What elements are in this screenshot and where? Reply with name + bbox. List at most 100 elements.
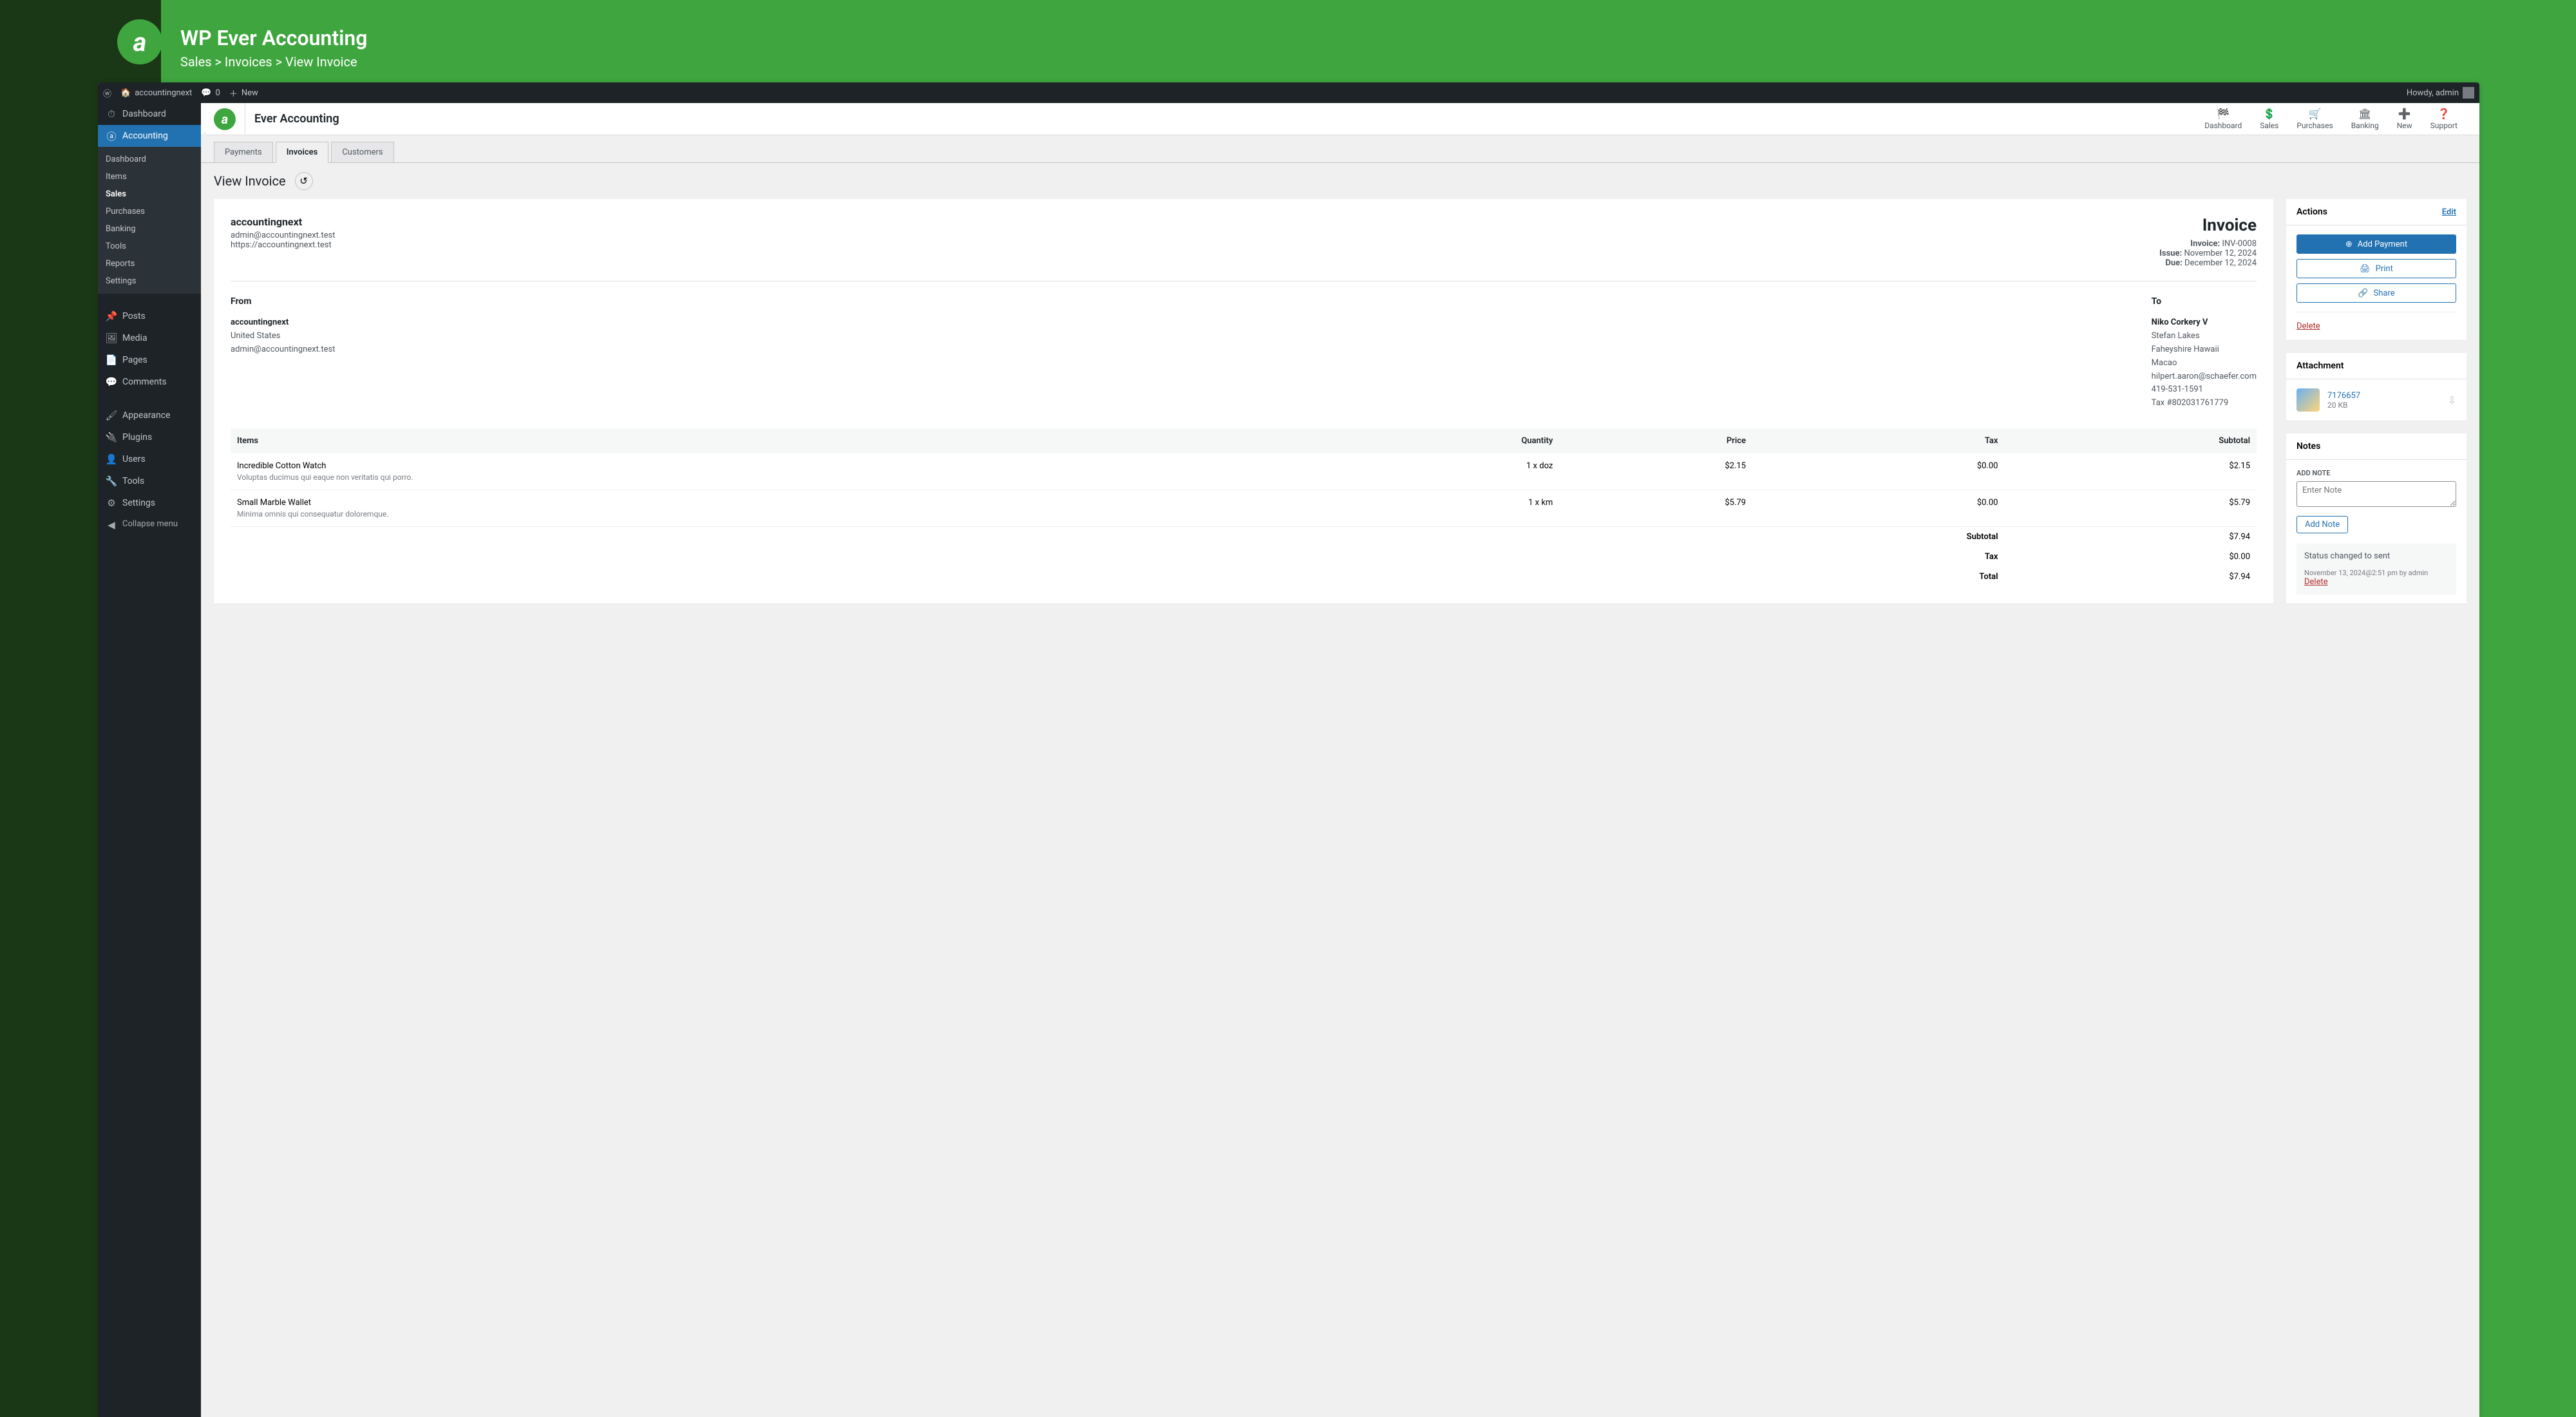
item-name: Incredible Cotton Watch xyxy=(237,461,1300,471)
sub-items[interactable]: Items xyxy=(98,168,201,185)
tab-payments[interactable]: Payments xyxy=(214,142,273,162)
pin-icon: 📌 xyxy=(106,310,117,322)
to-tax: Tax #802031761779 xyxy=(2152,398,2228,408)
brush-icon: 🖌 xyxy=(106,410,117,421)
printer-icon: 🖨 xyxy=(2360,264,2371,274)
site-name-link[interactable]: 🏠 accountingnext xyxy=(120,88,192,98)
sidebar-item-posts[interactable]: 📌Posts xyxy=(98,305,201,327)
attachment-size: 20 KB xyxy=(2327,401,2360,410)
sidebar-item-label: Comments xyxy=(122,377,167,387)
dollar-icon: 💲 xyxy=(2260,108,2278,120)
sidebar-item-label: Tools xyxy=(122,476,144,486)
nav-new[interactable]: ➕New xyxy=(2388,105,2421,133)
table-row: Small Marble WalletMinima omnis qui cons… xyxy=(231,490,2257,526)
banner-title: WP Ever Accounting xyxy=(161,0,2576,54)
collapse-menu[interactable]: ◀ Collapse menu xyxy=(98,514,201,536)
col-subtotal: Subtotal xyxy=(2004,428,2257,453)
sub-tools[interactable]: Tools xyxy=(98,238,201,255)
sub-settings[interactable]: Settings xyxy=(98,272,201,290)
tot-tax-label: Tax xyxy=(1752,547,2004,567)
item-tax: $0.00 xyxy=(1752,453,2004,490)
wp-logo-icon[interactable]: ⓦ xyxy=(103,87,111,99)
btn-label: Add Payment xyxy=(2358,240,2407,249)
question-icon: ❓ xyxy=(2430,108,2458,120)
collapse-label: Collapse menu xyxy=(122,519,178,531)
item-price: $2.15 xyxy=(1559,453,1752,490)
sidebar-item-dashboard[interactable]: ⏱Dashboard xyxy=(98,103,201,125)
sidebar-item-pages[interactable]: 📄 Pages xyxy=(98,349,201,371)
add-payment-button[interactable]: ⊕Add Payment xyxy=(2297,234,2456,254)
col-qty: Quantity xyxy=(1307,428,1560,453)
bank-icon: 🏛 xyxy=(2351,108,2379,120)
item-qty: 1 x doz xyxy=(1307,453,1560,490)
sidebar-item-accounting[interactable]: ⓐAccounting xyxy=(98,125,201,147)
nav-support[interactable]: ❓Support xyxy=(2421,105,2467,133)
nav-sales[interactable]: 💲Sales xyxy=(2251,105,2287,133)
attachment-name[interactable]: 7176657 xyxy=(2327,391,2360,401)
pages-icon: 📄 xyxy=(106,354,117,366)
note-delete[interactable]: Delete xyxy=(2304,577,2328,587)
from-country: United States xyxy=(231,331,280,341)
new-link[interactable]: ＋ New xyxy=(229,87,258,99)
comments-count: 0 xyxy=(216,88,220,98)
tot-tax: $0.00 xyxy=(2004,547,2257,567)
sidebar-item-media[interactable]: 🖼Media xyxy=(98,327,201,349)
add-note-button[interactable]: Add Note xyxy=(2297,516,2348,533)
to-name: Niko Corkery V xyxy=(2152,318,2208,327)
sidebar-item-settings[interactable]: ⚙Settings xyxy=(98,492,201,514)
sub-purchases[interactable]: Purchases xyxy=(98,203,201,220)
table-row: Incredible Cotton WatchVoluptas ducimus … xyxy=(231,453,2257,490)
invoice-heading: Invoice xyxy=(2159,216,2257,235)
note-entry: Status changed to sent November 13, 2024… xyxy=(2297,544,2456,594)
undo-icon: ↺ xyxy=(299,175,308,187)
comments-link[interactable]: 💬 0 xyxy=(201,88,220,98)
user-icon: 👤 xyxy=(106,453,117,465)
back-button[interactable]: ↺ xyxy=(295,172,313,190)
nav-banking[interactable]: 🏛Banking xyxy=(2342,105,2388,133)
item-subtotal: $2.15 xyxy=(2004,453,2257,490)
sidebar-item-users[interactable]: 👤Users xyxy=(98,448,201,470)
share-icon: 🔗 xyxy=(2358,289,2368,298)
to-label: To xyxy=(2152,294,2257,309)
delete-link[interactable]: Delete xyxy=(2297,321,2320,331)
collapse-icon: ◀ xyxy=(106,519,117,531)
note-input[interactable] xyxy=(2297,481,2456,507)
nav-purchases[interactable]: 🛒Purchases xyxy=(2287,105,2342,133)
comments-icon: 💬 xyxy=(106,376,117,388)
nav-dashboard[interactable]: 🏁Dashboard xyxy=(2195,105,2251,133)
wp-sidebar: ⏱Dashboard ⓐAccounting Dashboard Items S… xyxy=(98,103,201,1417)
sidebar-item-label: Appearance xyxy=(122,410,170,421)
invoice-table: Items Quantity Price Tax Subtotal xyxy=(231,428,2257,587)
accounting-icon: ⓐ xyxy=(106,130,117,142)
sub-banking[interactable]: Banking xyxy=(98,220,201,238)
share-button[interactable]: 🔗Share xyxy=(2297,283,2456,303)
sub-sales[interactable]: Sales xyxy=(98,185,201,203)
download-icon[interactable]: ⇩ xyxy=(2448,394,2456,406)
edit-link[interactable]: Edit xyxy=(2442,207,2456,217)
item-tax: $0.00 xyxy=(1752,490,2004,526)
sub-dashboard[interactable]: Dashboard xyxy=(98,151,201,168)
new-label: New xyxy=(242,88,258,98)
ever-logo: a xyxy=(214,108,236,130)
item-name: Small Marble Wallet xyxy=(237,498,1300,508)
gauge-icon: 🏁 xyxy=(2204,108,2242,120)
col-tax: Tax xyxy=(1752,428,2004,453)
inv-issue: November 12, 2024 xyxy=(2184,249,2257,258)
item-subtotal: $5.79 xyxy=(2004,490,2257,526)
sidebar-item-tools[interactable]: 🔧Tools xyxy=(98,470,201,492)
howdy-link[interactable]: Howdy, admin xyxy=(2407,87,2474,99)
wp-adminbar: ⓦ 🏠 accountingnext 💬 0 ＋ New Howdy, admi… xyxy=(98,82,2479,103)
sidebar-item-label: Settings xyxy=(122,498,155,508)
print-button[interactable]: 🖨Print xyxy=(2297,259,2456,278)
ever-title: Ever Accounting xyxy=(245,103,339,135)
sidebar-item-comments[interactable]: 💬 Comments xyxy=(98,371,201,393)
nav-label: Purchases xyxy=(2297,121,2333,130)
attachment-title: Attachment xyxy=(2297,361,2344,371)
sidebar-item-label: Pages xyxy=(122,355,147,365)
tab-invoices[interactable]: Invoices xyxy=(276,142,329,163)
sidebar-item-plugins[interactable]: 🔌Plugins xyxy=(98,426,201,448)
sub-reports[interactable]: Reports xyxy=(98,255,201,272)
tot-total: $7.94 xyxy=(2004,567,2257,587)
tab-customers[interactable]: Customers xyxy=(331,142,393,162)
sidebar-item-appearance[interactable]: 🖌 Appearance xyxy=(98,404,201,426)
